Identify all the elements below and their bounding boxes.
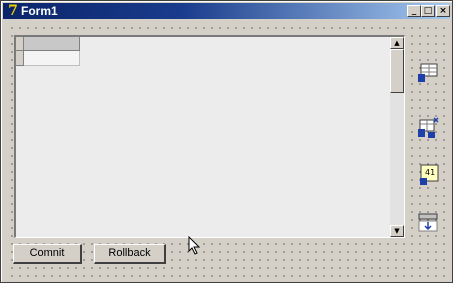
data-grid[interactable]: ▲ ▼ (14, 35, 405, 238)
minimize-button[interactable]: _ (407, 5, 421, 17)
delphi-icon[interactable]: 7 (6, 3, 20, 19)
form-window: 7 Form1 _ □ × ▲ ▼ Comnit Rollback 41 (0, 0, 453, 283)
commit-button[interactable]: Comnit (13, 244, 82, 264)
database-transaction-icon[interactable] (416, 211, 440, 235)
minimize-icon: _ (411, 6, 417, 16)
datasource-icon[interactable]: 41 (417, 163, 441, 187)
arrow-up-icon: ▲ (394, 39, 400, 47)
close-button[interactable]: × (436, 5, 450, 17)
grid-row-indicator[interactable] (16, 51, 24, 66)
scroll-thumb[interactable] (390, 49, 404, 93)
grid-cell[interactable] (24, 51, 80, 66)
rollback-button[interactable]: Rollback (94, 244, 166, 264)
database-query-icon[interactable] (416, 116, 440, 140)
grid-fixed-corner (16, 37, 24, 51)
mouse-pointer-icon (188, 235, 202, 256)
vertical-scrollbar[interactable]: ▲ ▼ (390, 37, 404, 237)
maximize-icon: □ (423, 6, 433, 16)
title-bar[interactable]: 7 Form1 _ □ × (3, 3, 450, 19)
window-title: Form1 (21, 4, 58, 18)
scroll-up-button[interactable]: ▲ (390, 37, 404, 49)
close-icon: × (439, 6, 447, 16)
form-client-area: ▲ ▼ Comnit Rollback 41 (5, 21, 450, 280)
svg-text:41: 41 (425, 168, 435, 177)
scroll-down-button[interactable]: ▼ (390, 225, 404, 237)
arrow-down-icon: ▼ (394, 227, 400, 235)
maximize-button[interactable]: □ (421, 5, 435, 17)
database-table-icon[interactable] (416, 61, 440, 85)
grid-column-header[interactable] (24, 37, 80, 51)
